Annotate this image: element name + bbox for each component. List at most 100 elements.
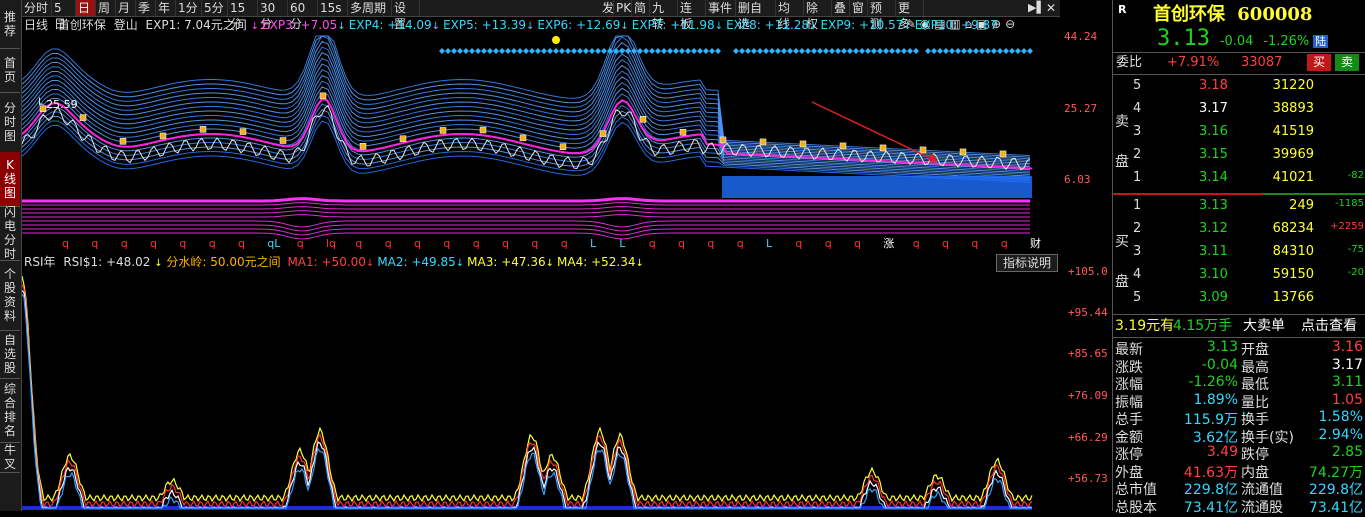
order-asks-row[interactable]: 3 3.16 41519 (1113, 124, 1365, 146)
leftnav-1[interactable]: 首页 (0, 48, 20, 93)
order-bids-row[interactable]: 1 3.13 249 -1185 (1113, 198, 1365, 220)
order-bids-row[interactable]: 3 3.11 84310 -75 (1113, 244, 1365, 266)
marker-3: q (150, 237, 157, 250)
down-arrow-icon: ↓ (455, 258, 465, 269)
leftnav-3[interactable]: K线图 (0, 152, 20, 207)
marker-31: q (971, 237, 978, 250)
toolbar-item-8[interactable]: 5分 (202, 0, 228, 16)
sell-button[interactable]: 卖 (1335, 54, 1359, 71)
buy-button[interactable]: 买 (1307, 54, 1331, 71)
toolbar-item-19[interactable]: 连板 (678, 0, 706, 31)
order-volume: 59150 (1272, 267, 1314, 282)
marker-5: q (209, 237, 216, 250)
stat-row: 外盘 41.63万 内盘 74.27万 (1113, 462, 1365, 481)
toolbar-item-7[interactable]: 1分 (176, 0, 202, 16)
order-level: 4 (1133, 101, 1142, 116)
toolbar-item-0[interactable]: 分时 (22, 0, 52, 16)
stat-value: 3.17 (1331, 356, 1363, 373)
climbing-bands (22, 35, 1033, 198)
stat-value: 1.89% (1193, 391, 1238, 408)
marker-8: q (297, 237, 304, 250)
order-level: 5 (1133, 78, 1142, 93)
toolbar-item-14[interactable]: 设置 (392, 0, 420, 31)
toolbar-item-1[interactable]: 5日 (52, 0, 76, 31)
exp-label-5: EXP5: +13.39 (443, 18, 527, 32)
order-volume: 38893 (1272, 101, 1314, 116)
toolbar-item-15[interactable]: 发 (600, 0, 614, 16)
toolbar-item-23[interactable]: 除权 (804, 0, 832, 31)
big-order-action[interactable]: 点击查看 (1301, 316, 1357, 336)
marker-2: q (121, 237, 128, 250)
toolbar-item-20[interactable]: 事件 (706, 0, 736, 16)
toolbar-item-25[interactable]: 窗 (850, 0, 868, 16)
yellow-dot (552, 36, 560, 44)
toolbar-item-6[interactable]: 年 (156, 0, 176, 16)
toolbar-item-4[interactable]: 月 (116, 0, 136, 16)
toolbar-close-icon[interactable]: ✕ (1046, 0, 1060, 16)
rsi-tick-5: +56.73 (1068, 472, 1108, 485)
toolbar-item-2[interactable]: 日 (76, 0, 96, 16)
down-arrow-icon: ↓ (431, 21, 441, 32)
down-arrow-icon: ↓ (809, 21, 818, 32)
period-toolbar: 分时 5日日周月季年 1分 5分 15分 30分 60分 15s 多周期 设置 发 PK 简九转 连板 事件… (22, 0, 1060, 31)
toolbar-item-26[interactable]: 预测 (868, 0, 896, 31)
stat-row: 涨跌 -0.04 最高 3.17 (1113, 356, 1365, 376)
leftnav-7[interactable]: 综合排名 (0, 378, 20, 443)
toolbar-item-21[interactable]: 删自选 (736, 0, 776, 31)
marker-1: q (91, 237, 98, 250)
ma-label-4: MA4: +52.34 (557, 255, 636, 269)
order-level: 4 (1133, 267, 1142, 282)
order-price: 3.09 (1199, 290, 1228, 305)
marker-7: qL (267, 237, 281, 250)
right-price-axis: 44.24 25.27 6.03 +105.0 +95.44 +85.65 +76.09 +6… (1060, 0, 1112, 511)
rsi-indicator-header: RSI年 RSI$1: +48.02 ↓ 分水岭: 50.00元之间 MA1: … (24, 255, 644, 269)
leftnav-0[interactable]: 推荐 (0, 0, 20, 49)
order-asks-row[interactable]: 1 3.14 41021 -82 (1113, 170, 1365, 192)
marker-15: q (502, 237, 509, 250)
leftnav-4[interactable]: 闪电分时 (0, 205, 20, 261)
marker-17: q (561, 237, 568, 250)
leftnav-6[interactable]: 自选股 (0, 330, 20, 379)
leftnav-8[interactable]: 牛叉 (0, 442, 20, 473)
exp1-label: EXP1: 7.04元之间 (145, 18, 247, 32)
big-order-row[interactable]: 3.19元有 4.15万手 大卖单 点击查看 (1113, 316, 1365, 336)
toolbar-item-9[interactable]: 15分 (228, 0, 258, 31)
order-bids-row[interactable]: 5 3.09 13766 (1113, 290, 1365, 312)
order-asks-row[interactable]: 4 3.17 38893 (1113, 101, 1365, 123)
exp-label-8: EXP8: +11.28 (726, 18, 810, 32)
order-price: 3.16 (1199, 124, 1228, 139)
rsi-chart[interactable] (22, 270, 1062, 511)
toolbar-item-3[interactable]: 周 (96, 0, 116, 16)
toolbar-item-12[interactable]: 15s (318, 0, 348, 16)
marker-18: L (590, 237, 597, 250)
toolbar-collapse-icon[interactable]: ▶▌ (1028, 0, 1045, 16)
exp-label-10: EXP10: +9.87 (914, 18, 998, 32)
stat-value: 1.58% (1318, 409, 1363, 425)
toolbar-item-27[interactable]: 更多 (896, 0, 924, 31)
order-change: +2259 (1330, 221, 1364, 232)
toolbar-item-17[interactable]: 简 (632, 0, 650, 16)
rsi-name[interactable]: RSI年 (24, 255, 56, 269)
leftnav-5[interactable]: 个股资料 (0, 260, 20, 331)
toolbar-item-10[interactable]: 30分 (258, 0, 288, 31)
order-bids-row[interactable]: 4 3.10 59150 -20 (1113, 267, 1365, 289)
toolbar-item-5[interactable]: 季 (136, 0, 156, 16)
toolbar-item-24[interactable]: 叠 (832, 0, 850, 16)
toolbar-item-22[interactable]: 均线 (776, 0, 804, 31)
stat-value: 73.41亿 (1183, 499, 1238, 516)
formula-label[interactable]: 登山 (114, 18, 138, 32)
leftnav-2[interactable]: 分时图 (0, 92, 20, 153)
toolbar-item-18[interactable]: 九转 (650, 0, 678, 31)
toolbar-item-11[interactable]: 60分 (288, 0, 318, 31)
marker-9: lq (326, 237, 336, 250)
kline-chart[interactable]: q q q q q q q qL q lq q q q q q q q q L Lq q q q Lq q q 涨 q q q q 财└ 25… (22, 16, 1062, 254)
order-level: 3 (1133, 124, 1142, 139)
leftnav-label: 分时图 (3, 101, 16, 143)
order-bids-row[interactable]: 2 3.12 68234 +2259 (1113, 221, 1365, 243)
order-asks-row[interactable]: 2 3.15 39969 (1113, 147, 1365, 169)
toolbar-item-13[interactable]: 多周期 (348, 0, 392, 16)
stat-value: 2.85 (1331, 444, 1363, 460)
order-asks-row[interactable]: 5 3.18 31220 (1113, 78, 1365, 100)
zoom-out-icon[interactable]: ⊖ (1005, 17, 1015, 31)
toolbar-item-16[interactable]: PK (614, 0, 632, 16)
